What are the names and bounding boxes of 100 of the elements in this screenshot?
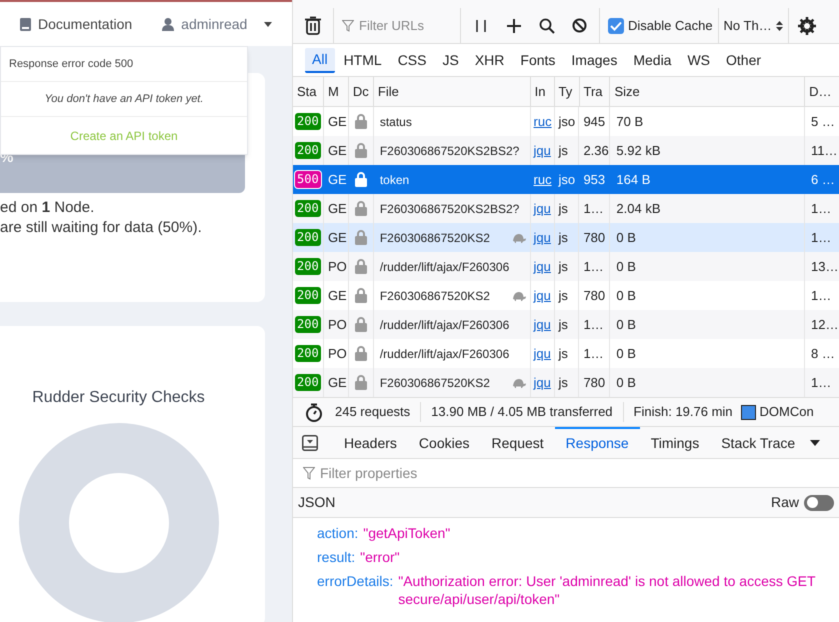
filter-properties-field[interactable]: Filter properties	[320, 462, 829, 484]
table-cell-text: 780	[583, 374, 606, 392]
table-cell-text: 0 B	[616, 344, 636, 363]
filter-tab[interactable]: Images	[564, 48, 624, 72]
table-cell-text: F260306867520KS2BS2?	[380, 142, 520, 160]
table-cell-text: js	[558, 200, 568, 218]
documentation-link[interactable]: Documentation	[20, 14, 132, 34]
initiator-link[interactable]: ruc	[534, 170, 552, 190]
table-cell-text: js	[558, 286, 568, 305]
book-icon	[20, 18, 31, 30]
filter-tab[interactable]: JS	[435, 48, 466, 72]
initiator-link[interactable]: ruc	[534, 112, 552, 132]
stopwatch-icon	[305, 402, 323, 422]
initiator-link[interactable]: jqu	[534, 314, 551, 334]
table-cell-text: 0 B	[616, 258, 636, 276]
table-cell-text: js	[558, 228, 568, 247]
detail-tab[interactable]: Request	[480, 427, 555, 458]
property-value: "getApiToken"	[363, 524, 450, 542]
filter-tab[interactable]: HTML	[336, 48, 389, 72]
detail-tab[interactable]: Cookies	[408, 427, 481, 458]
column-header[interactable]: D…	[805, 77, 839, 106]
detail-tab[interactable]: Timings	[640, 427, 710, 458]
status-badge: 200	[295, 142, 321, 159]
table-cell-text: 2.36	[583, 142, 609, 160]
table-cell-text: jso	[558, 170, 576, 189]
request-row[interactable]: 200 PO /rudder/lift/ajax/F260306 jqu js 1… 0 B 13…	[293, 252, 839, 281]
lock-icon	[354, 201, 367, 216]
table-cell-text: 1…	[583, 258, 604, 276]
lock-icon	[354, 375, 367, 390]
status-badge: 500	[295, 171, 321, 188]
filter-tab[interactable]: CSS	[390, 48, 434, 72]
throttling-select[interactable]: No Th…	[718, 8, 789, 44]
initiator-link[interactable]: jqu	[534, 344, 551, 364]
updown-caret-icon	[776, 20, 783, 32]
block-icon[interactable]	[572, 18, 587, 33]
column-header[interactable]: Tra	[580, 77, 610, 106]
raw-toggle[interactable]: Raw	[770, 492, 834, 513]
status-badge: 200	[295, 374, 321, 391]
filter-tab[interactable]: Fonts	[513, 48, 562, 72]
column-header[interactable]: Size	[610, 77, 806, 106]
request-row[interactable]: 200 GE F260306867520KS2 jqu js 780 0 B 1…	[293, 223, 839, 252]
table-cell-text: token	[380, 172, 410, 188]
search-icon[interactable]	[539, 18, 555, 34]
column-header[interactable]: M	[324, 77, 349, 106]
table-cell-text: js	[558, 316, 568, 334]
initiator-link[interactable]: jqu	[534, 286, 551, 306]
column-header[interactable]: Ty	[554, 77, 580, 106]
token-note: You don't have an API token yet.	[1, 82, 247, 117]
transfer-summary: 13.90 MB / 4.05 MB transferred	[421, 402, 624, 422]
initiator-link[interactable]: jqu	[534, 372, 551, 392]
status-badge: 200	[295, 258, 321, 275]
detail-tab[interactable]: Response	[554, 427, 640, 458]
trash-icon[interactable]	[305, 16, 321, 35]
table-cell-text: /rudder/lift/ajax/F260306	[380, 346, 510, 362]
initiator-link[interactable]: jqu	[534, 228, 551, 248]
table-cell-text: F260306867520KS2	[380, 374, 490, 392]
settings-icon[interactable]	[798, 16, 816, 34]
initiator-link[interactable]: jqu	[534, 256, 551, 276]
table-cell-text: jso	[558, 112, 576, 131]
checkbox-label[interactable]: Disable Cache	[628, 16, 713, 36]
lock-icon	[354, 114, 367, 129]
caret-icon[interactable]	[810, 440, 820, 446]
filter-tab[interactable]: Other	[719, 48, 768, 72]
column-header[interactable]: Dc	[348, 77, 374, 106]
detail-tab[interactable]: Headers	[333, 427, 408, 458]
column-header[interactable]: In	[530, 77, 555, 106]
status-badge: 200	[295, 316, 321, 333]
table-cell-text: 5 …	[811, 112, 835, 131]
initiator-link[interactable]: jqu	[534, 140, 551, 160]
table-cell-text: 12…	[811, 316, 838, 334]
table-cell-text: 1…	[583, 200, 604, 218]
column-header[interactable]: Sta	[293, 77, 324, 106]
request-row[interactable]: 200 GE F260306867520KS2BS2? jqu js 2.36 5.92 kB 11…	[293, 136, 839, 165]
compliance-text: ed on 1 Node.	[0, 198, 96, 218]
table-cell-text: 0 B	[616, 286, 636, 305]
pause-icon[interactable]	[475, 18, 487, 32]
filter-icon	[303, 466, 315, 480]
lock-icon	[354, 230, 367, 245]
table-cell-text: 0 B	[616, 316, 636, 334]
filter-tab[interactable]: XHR	[468, 48, 512, 72]
panel-toggle-icon[interactable]	[302, 434, 318, 450]
filter-tab[interactable]: All	[305, 48, 335, 72]
user-menu[interactable]: adminread	[162, 14, 272, 34]
request-row[interactable]: 200 PO /rudder/lift/ajax/F260306 jqu js 1… 0 B 12…	[293, 310, 839, 339]
detail-tab[interactable]: Stack Trace	[710, 427, 806, 458]
table-cell-text: 13…	[811, 258, 838, 276]
disable-cache-checkbox[interactable]	[608, 18, 624, 34]
table-cell-text: F260306867520KS2	[380, 288, 490, 304]
filter-tab[interactable]: Media	[626, 48, 678, 72]
initiator-link[interactable]: jqu	[534, 198, 551, 218]
request-row[interactable]: 200 GE F260306867520KS2 jqu js 780 0 B 1…	[293, 368, 839, 397]
filter-tab[interactable]: WS	[680, 48, 718, 72]
filter-urls-field[interactable]: Filter URLs	[359, 16, 454, 36]
plus-icon[interactable]	[506, 18, 522, 34]
column-header[interactable]: File	[374, 77, 531, 106]
lock-icon	[354, 259, 367, 274]
request-row[interactable]: 500 GE token ruc jso 953 164 B 6 …	[293, 165, 839, 194]
lock-icon	[354, 317, 367, 332]
table-cell-text: GE	[328, 170, 347, 189]
request-row[interactable]: 200 GE F260306867520KS2BS2? jqu js 1… 2.04 kB 1…	[293, 194, 839, 223]
